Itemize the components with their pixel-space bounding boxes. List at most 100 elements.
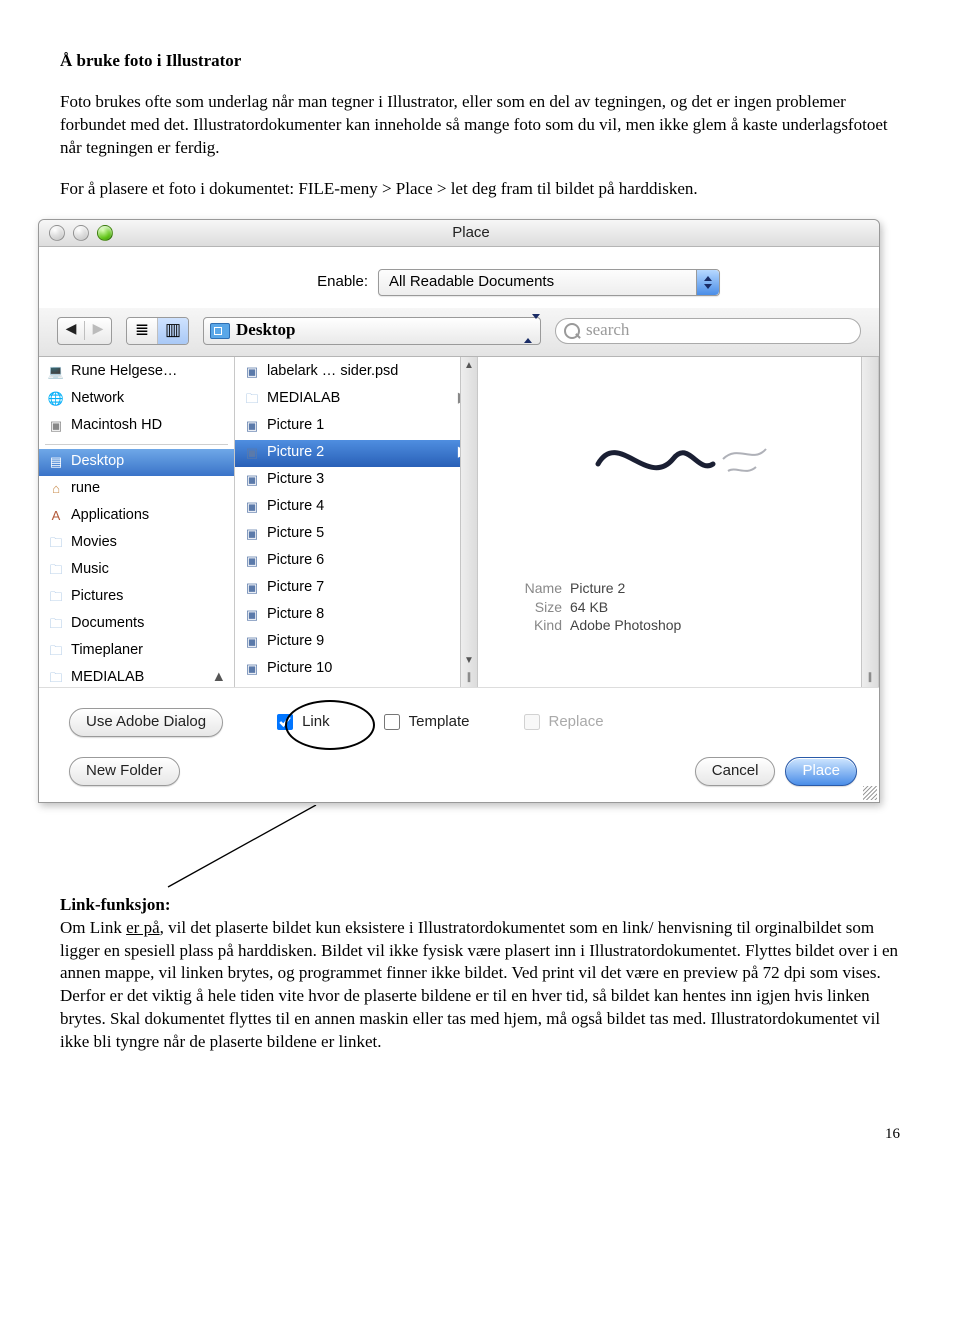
replace-checkbox: Replace <box>520 711 604 733</box>
folder-icon: 🗀 <box>47 643 65 659</box>
folder-icon: 🗀 <box>47 616 65 632</box>
sidebar-item[interactable]: 💻Rune Helgese… <box>39 359 234 386</box>
preview-column: NamePicture 2 Size64 KB KindAdobe Photos… <box>478 357 879 687</box>
sidebar-item[interactable]: ▣Macintosh HD <box>39 413 234 440</box>
sidebar-item[interactable]: 🗀MEDIALAB▲ <box>39 665 234 687</box>
list-item[interactable]: 🗀MEDIALAB▶ <box>235 386 477 413</box>
template-checkbox-input[interactable] <box>384 714 400 730</box>
list-item[interactable]: ▣Picture 7 <box>235 575 477 602</box>
column-view-icon[interactable]: ▥ <box>158 318 188 344</box>
photoshop-icon: ▣ <box>243 445 261 461</box>
preview-thumbnail <box>573 389 783 519</box>
view-mode-toggle[interactable]: ≣ ▥ <box>126 317 189 345</box>
titlebar: Place <box>39 220 879 247</box>
sidebar: 💻Rune Helgese… 🌐Network ▣Macintosh HD ▤D… <box>39 357 235 687</box>
resize-handle-icon[interactable] <box>863 786 877 800</box>
callout-line <box>38 805 878 895</box>
place-button[interactable]: Place <box>785 757 857 786</box>
nav-back-forward[interactable]: ◀ ▶ <box>57 317 112 345</box>
network-icon: 🌐 <box>47 391 65 407</box>
list-item[interactable]: ▣Picture 4 <box>235 494 477 521</box>
list-item[interactable]: ▣Picture 10 <box>235 656 477 683</box>
sidebar-item[interactable]: AApplications <box>39 503 234 530</box>
sidebar-item[interactable]: 🌐Network <box>39 386 234 413</box>
sidebar-item[interactable]: 🗀Documents <box>39 611 234 638</box>
folder-icon: 🗀 <box>47 670 65 686</box>
photoshop-icon: ▣ <box>243 499 261 515</box>
file-metadata: NamePicture 2 Size64 KB KindAdobe Photos… <box>508 579 858 636</box>
paragraph-1: Foto brukes ofte som underlag når man te… <box>60 91 900 160</box>
new-folder-button[interactable]: New Folder <box>69 757 180 786</box>
enable-value: All Readable Documents <box>389 272 554 292</box>
close-icon[interactable] <box>49 225 65 241</box>
sidebar-item[interactable]: 🗀Movies <box>39 530 234 557</box>
cancel-button[interactable]: Cancel <box>695 757 776 786</box>
use-adobe-dialog-button[interactable]: Use Adobe Dialog <box>69 708 223 737</box>
list-view-icon[interactable]: ≣ <box>127 318 158 344</box>
enable-label: Enable: <box>168 272 368 292</box>
minimize-icon[interactable] <box>73 225 89 241</box>
divider <box>45 444 228 445</box>
photoshop-icon: ▣ <box>243 580 261 596</box>
stepper-icon[interactable] <box>524 318 540 344</box>
column-handle-icon[interactable]: ∥ <box>467 669 472 687</box>
scroll-up-icon[interactable]: ▲ <box>464 357 474 375</box>
search-input[interactable]: search <box>555 318 861 344</box>
sidebar-item[interactable]: 🗀Pictures <box>39 584 234 611</box>
desktop-icon: ▤ <box>47 454 65 470</box>
nav-back-icon[interactable]: ◀ <box>58 321 85 340</box>
paragraph-link: Link-funksjon: Om Link er på, vil det pl… <box>60 894 900 1055</box>
link-checkbox[interactable]: Link <box>273 711 330 733</box>
scrollbar[interactable]: ∥ <box>861 357 878 687</box>
column-handle-icon[interactable]: ∥ <box>868 669 873 687</box>
computer-icon: 💻 <box>47 364 65 380</box>
scroll-down-icon[interactable]: ▼ <box>464 652 474 670</box>
sidebar-item[interactable]: ⌂rune <box>39 476 234 503</box>
nav-forward-icon[interactable]: ▶ <box>85 321 111 340</box>
sidebar-item-desktop[interactable]: ▤Desktop <box>39 449 234 476</box>
photoshop-icon: ▣ <box>243 526 261 542</box>
template-checkbox[interactable]: Template <box>380 711 470 733</box>
list-item[interactable]: ▣Picture 6 <box>235 548 477 575</box>
file-column: ▣labelark … sider.psd 🗀MEDIALAB▶ ▣Pictur… <box>235 357 478 687</box>
photoshop-icon: ▣ <box>243 661 261 677</box>
desktop-icon <box>210 323 230 339</box>
stepper-icon[interactable] <box>696 270 719 295</box>
home-icon: ⌂ <box>47 481 65 497</box>
app-icon: A <box>47 508 65 524</box>
window-controls <box>39 225 113 241</box>
list-item[interactable]: ▣Picture 1 <box>235 413 477 440</box>
page-heading: Å bruke foto i Illustrator <box>60 50 900 73</box>
scrollbar[interactable]: ▲ ▼ ∥ <box>460 357 477 687</box>
search-icon <box>564 323 580 339</box>
place-dialog: Place Enable: All Readable Documents ◀ ▶… <box>38 219 880 803</box>
harddisk-icon: ▣ <box>47 418 65 434</box>
list-item[interactable]: ▣Picture 8 <box>235 602 477 629</box>
list-item[interactable]: ▣Picture 3 <box>235 467 477 494</box>
sidebar-item[interactable]: 🗀Timeplaner <box>39 638 234 665</box>
photoshop-icon: ▣ <box>243 634 261 650</box>
folder-icon: 🗀 <box>47 562 65 578</box>
eject-icon[interactable]: ▲ <box>212 668 226 686</box>
list-item-selected[interactable]: ▣Picture 2▶ <box>235 440 477 467</box>
location-value: Desktop <box>236 319 296 342</box>
list-item[interactable]: ▣labelark … sider.psd <box>235 359 477 386</box>
search-placeholder: search <box>586 319 629 342</box>
folder-icon: 🗀 <box>47 535 65 551</box>
photoshop-icon: ▣ <box>243 553 261 569</box>
location-dropdown[interactable]: Desktop <box>203 317 541 345</box>
photoshop-icon: ▣ <box>243 472 261 488</box>
link-checkbox-input[interactable] <box>277 714 293 730</box>
replace-checkbox-input <box>524 714 540 730</box>
photoshop-icon: ▣ <box>243 607 261 623</box>
folder-icon: 🗀 <box>243 391 261 407</box>
list-item[interactable]: ▣Picture 5 <box>235 521 477 548</box>
paragraph-2: For å plasere et foto i dokumentet: FILE… <box>60 178 900 201</box>
list-item[interactable]: ▣Picture 9 <box>235 629 477 656</box>
sidebar-item[interactable]: 🗀Music <box>39 557 234 584</box>
zoom-icon[interactable] <box>97 225 113 241</box>
folder-icon: 🗀 <box>47 589 65 605</box>
photoshop-icon: ▣ <box>243 364 261 380</box>
page-number: 16 <box>60 1124 900 1144</box>
enable-dropdown[interactable]: All Readable Documents <box>378 269 720 296</box>
